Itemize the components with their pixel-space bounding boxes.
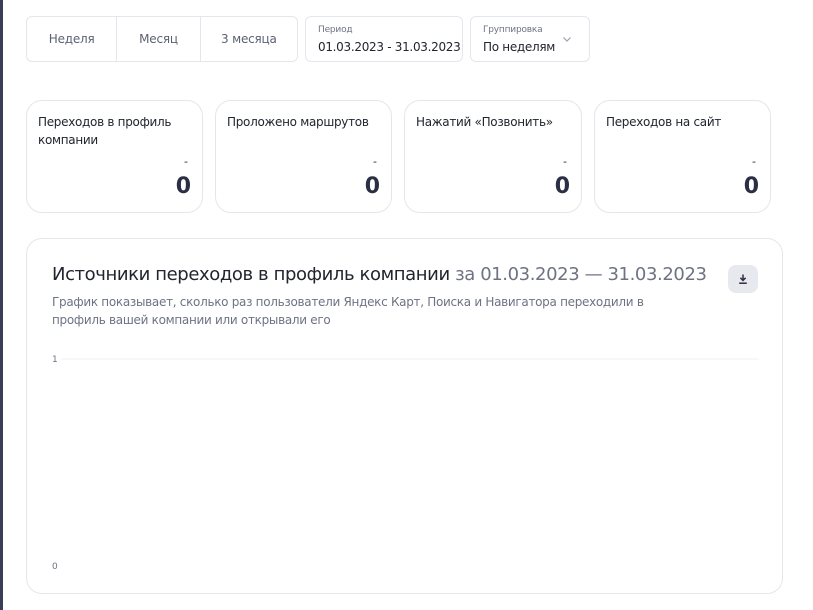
period-week-button[interactable]: Неделя xyxy=(27,17,116,61)
stat-card-value: 0 xyxy=(554,174,570,199)
stat-card-delta: - xyxy=(373,155,377,168)
stat-card-title: Переходов в профиль компании xyxy=(38,115,172,147)
stat-card-delta: - xyxy=(752,155,756,168)
line-chart: 10 xyxy=(52,355,759,572)
stat-card-routes: Проложено маршрутов - 0 xyxy=(215,100,392,213)
stat-card-value: 0 xyxy=(364,174,380,199)
period-3-months-button[interactable]: 3 месяца xyxy=(199,17,297,61)
period-field-label: Период xyxy=(318,25,353,35)
stat-card-profile-visits: Переходов в профиль компании - 0 xyxy=(26,100,203,213)
period-field-value: 01.03.2023 - 31.03.2023 xyxy=(318,40,461,54)
stat-card-title: Переходов на сайт xyxy=(606,115,722,129)
stat-card-title: Нажатий «Позвонить» xyxy=(416,115,553,129)
stat-card-title: Проложено маршрутов xyxy=(227,115,369,129)
stat-card-site-visits: Переходов на сайт - 0 xyxy=(594,100,771,213)
period-date-range-field[interactable]: Период 01.03.2023 - 31.03.2023 xyxy=(305,16,463,62)
y-tick-label: 0 xyxy=(52,562,58,572)
stat-card-delta: - xyxy=(563,155,567,168)
stat-card-value: 0 xyxy=(743,174,759,199)
stat-card-delta: - xyxy=(184,155,188,168)
period-month-button[interactable]: Месяц xyxy=(116,17,199,61)
y-tick-label: 1 xyxy=(52,355,58,365)
chevron-down-icon xyxy=(563,37,571,42)
grouping-select[interactable]: Группировка По неделям xyxy=(470,16,590,62)
window-left-border xyxy=(0,0,3,610)
stat-card-value: 0 xyxy=(175,174,191,199)
profile-sources-chart-panel: Источники переходов в профиль компании з… xyxy=(26,238,783,594)
stat-card-calls: Нажатий «Позвонить» - 0 xyxy=(404,100,582,213)
period-segmented-control: Неделя Месяц 3 месяца xyxy=(26,16,298,62)
